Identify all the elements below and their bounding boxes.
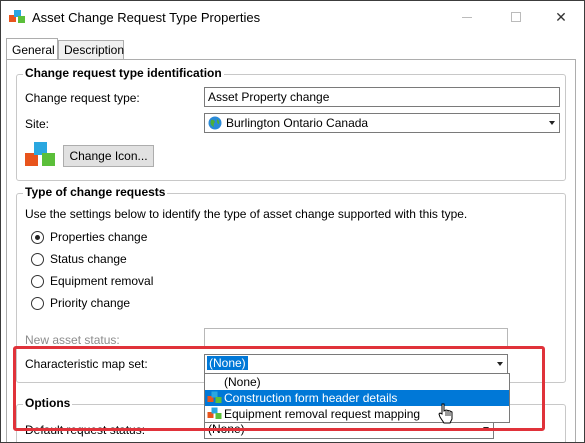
radio-button[interactable]: [31, 297, 44, 310]
tab-general[interactable]: General: [6, 38, 58, 59]
characteristic-map-set-label: Characteristic map set:: [25, 357, 148, 371]
dropdown-item-none[interactable]: (None): [205, 374, 509, 390]
site-value: Burlington Ontario Canada: [226, 116, 369, 130]
identification-group: Change request type identification Chang…: [16, 66, 566, 181]
identification-group-title: Change request type identification: [23, 66, 224, 80]
maximize-button[interactable]: [493, 1, 539, 33]
properties-window: Asset Change Request Type Properties ✕ G…: [0, 0, 585, 443]
minimize-button[interactable]: [444, 1, 490, 33]
dropdown-item-equipment-removal-mapping[interactable]: Equipment removal request mapping: [205, 406, 509, 422]
change-request-type-label: Change request type:: [25, 91, 140, 105]
radio-button[interactable]: [31, 253, 44, 266]
globe-icon: [208, 116, 222, 130]
change-request-type-input[interactable]: Asset Property change: [204, 87, 560, 107]
characteristic-map-set-dropdown-list: (None) Construction form header details …: [204, 373, 510, 423]
site-select[interactable]: Burlington Ontario Canada: [204, 113, 560, 133]
dropdown-item-label: Construction form header details: [224, 391, 398, 405]
asset-cubes-icon: [9, 10, 25, 23]
radio-button[interactable]: [31, 275, 44, 288]
chevron-down-icon: [483, 427, 489, 431]
radio-label: Priority change: [50, 296, 131, 310]
dropdown-item-label: (None): [224, 375, 261, 389]
chevron-down-icon: [497, 362, 503, 366]
type-of-change-requests-group: Type of change requests Use the settings…: [16, 185, 566, 383]
radio-button[interactable]: [31, 231, 44, 244]
mouse-cursor-icon: [438, 403, 453, 424]
characteristic-map-set-select[interactable]: (None): [204, 354, 508, 374]
new-asset-status-input: [204, 328, 508, 348]
maximize-icon: [511, 12, 521, 22]
close-button[interactable]: ✕: [538, 1, 584, 33]
dropdown-item-label: Equipment removal request mapping: [224, 407, 421, 421]
asset-cubes-icon: [207, 391, 222, 403]
site-label: Site:: [25, 117, 50, 131]
radio-label: Equipment removal: [50, 274, 154, 288]
options-group-title: Options: [23, 396, 73, 410]
characteristic-map-set-value: (None): [207, 356, 248, 370]
change-icon-button[interactable]: Change Icon...: [63, 145, 154, 167]
radio-label: Properties change: [50, 230, 148, 244]
radio-label: Status change: [50, 252, 127, 266]
default-request-status-value: (None): [208, 422, 245, 436]
tab-description[interactable]: Description: [58, 40, 124, 60]
minimize-icon: [462, 17, 472, 18]
change-request-type-icon: [25, 142, 55, 166]
asset-cubes-icon: [207, 407, 222, 419]
window-title: Asset Change Request Type Properties: [32, 10, 261, 25]
type-group-title: Type of change requests: [23, 185, 168, 199]
close-icon: ✕: [555, 9, 567, 25]
new-asset-status-label: New asset status:: [25, 333, 120, 347]
default-request-status-label: Default request status:: [25, 423, 146, 437]
dropdown-item-construction-form[interactable]: Construction form header details: [205, 390, 509, 406]
chevron-down-icon: [549, 121, 555, 125]
type-instructions: Use the settings below to identify the t…: [25, 207, 468, 221]
title-bar: Asset Change Request Type Properties ✕: [1, 1, 584, 33]
